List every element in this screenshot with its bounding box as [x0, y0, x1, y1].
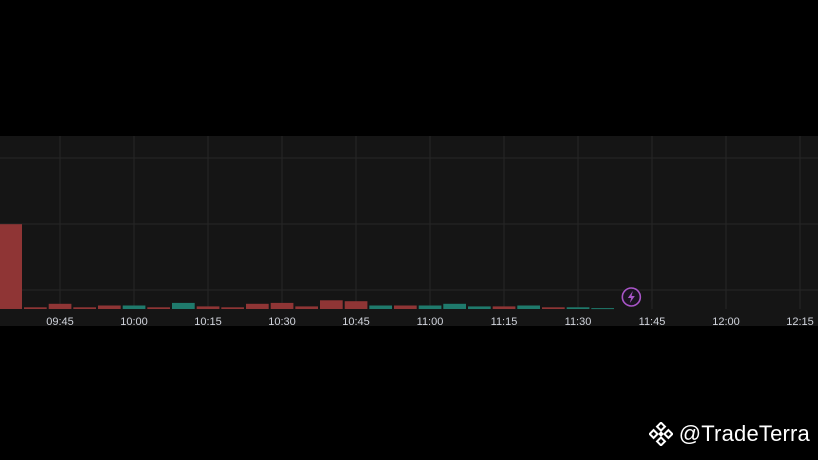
volume-bar	[246, 303, 269, 309]
x-tick-label: 09:45	[46, 316, 74, 326]
volume-bar	[122, 305, 146, 309]
volume-bar	[517, 305, 540, 309]
volume-bar	[73, 307, 96, 309]
event-marker[interactable]	[621, 287, 642, 307]
x-tick-label: 10:15	[194, 316, 222, 326]
x-tick-label: 11:15	[491, 316, 518, 326]
grid-lines	[0, 136, 818, 309]
volume-bar	[492, 306, 516, 309]
volume-bar	[443, 303, 466, 309]
volume-bar	[468, 306, 491, 309]
x-tick-label: 10:45	[342, 316, 370, 326]
volume-bar	[270, 302, 294, 309]
x-tick-label: 12:00	[712, 316, 740, 326]
watermark: @TradeTerra	[648, 421, 810, 447]
watermark-handle: @TradeTerra	[678, 421, 810, 446]
volume-bar	[221, 307, 244, 309]
volume-chart: 09:45 10:00 10:15 10:30 10:45 11:00 11:15 11:30…	[0, 136, 818, 326]
volume-bars	[0, 224, 614, 310]
volume-bar	[98, 305, 121, 309]
binance-diamond-icon	[648, 422, 673, 446]
volume-bar	[394, 305, 417, 309]
volume-chart-panel: 09:45 10:00 10:15 10:30 10:45 11:00 11:15 11:30…	[0, 136, 818, 326]
x-tick-label: 10:00	[120, 316, 148, 326]
volume-bar	[591, 308, 614, 310]
volume-bar	[172, 302, 195, 309]
x-tick-label: 11:30	[565, 316, 592, 326]
volume-bar	[344, 301, 368, 309]
volume-bar	[196, 306, 220, 309]
volume-bar	[48, 303, 72, 309]
volume-bar	[566, 307, 590, 309]
x-tick-label: 11:00	[417, 316, 444, 326]
x-tick-label: 11:45	[639, 316, 666, 326]
volume-bar	[0, 224, 23, 309]
volume-bar	[147, 307, 170, 309]
volume-bar	[24, 307, 47, 309]
x-tick-label: 10:30	[268, 316, 296, 326]
lightning-bolt-icon[interactable]	[621, 287, 642, 307]
volume-bar	[320, 300, 343, 309]
x-tick-label: 12:15	[786, 316, 814, 326]
volume-bar	[542, 307, 565, 309]
volume-bar	[295, 306, 318, 309]
volume-bar	[418, 305, 442, 309]
volume-bar	[369, 305, 392, 309]
x-axis-ticks: 09:45 10:00 10:15 10:30 10:45 11:00 11:15 11:30…	[46, 316, 814, 326]
